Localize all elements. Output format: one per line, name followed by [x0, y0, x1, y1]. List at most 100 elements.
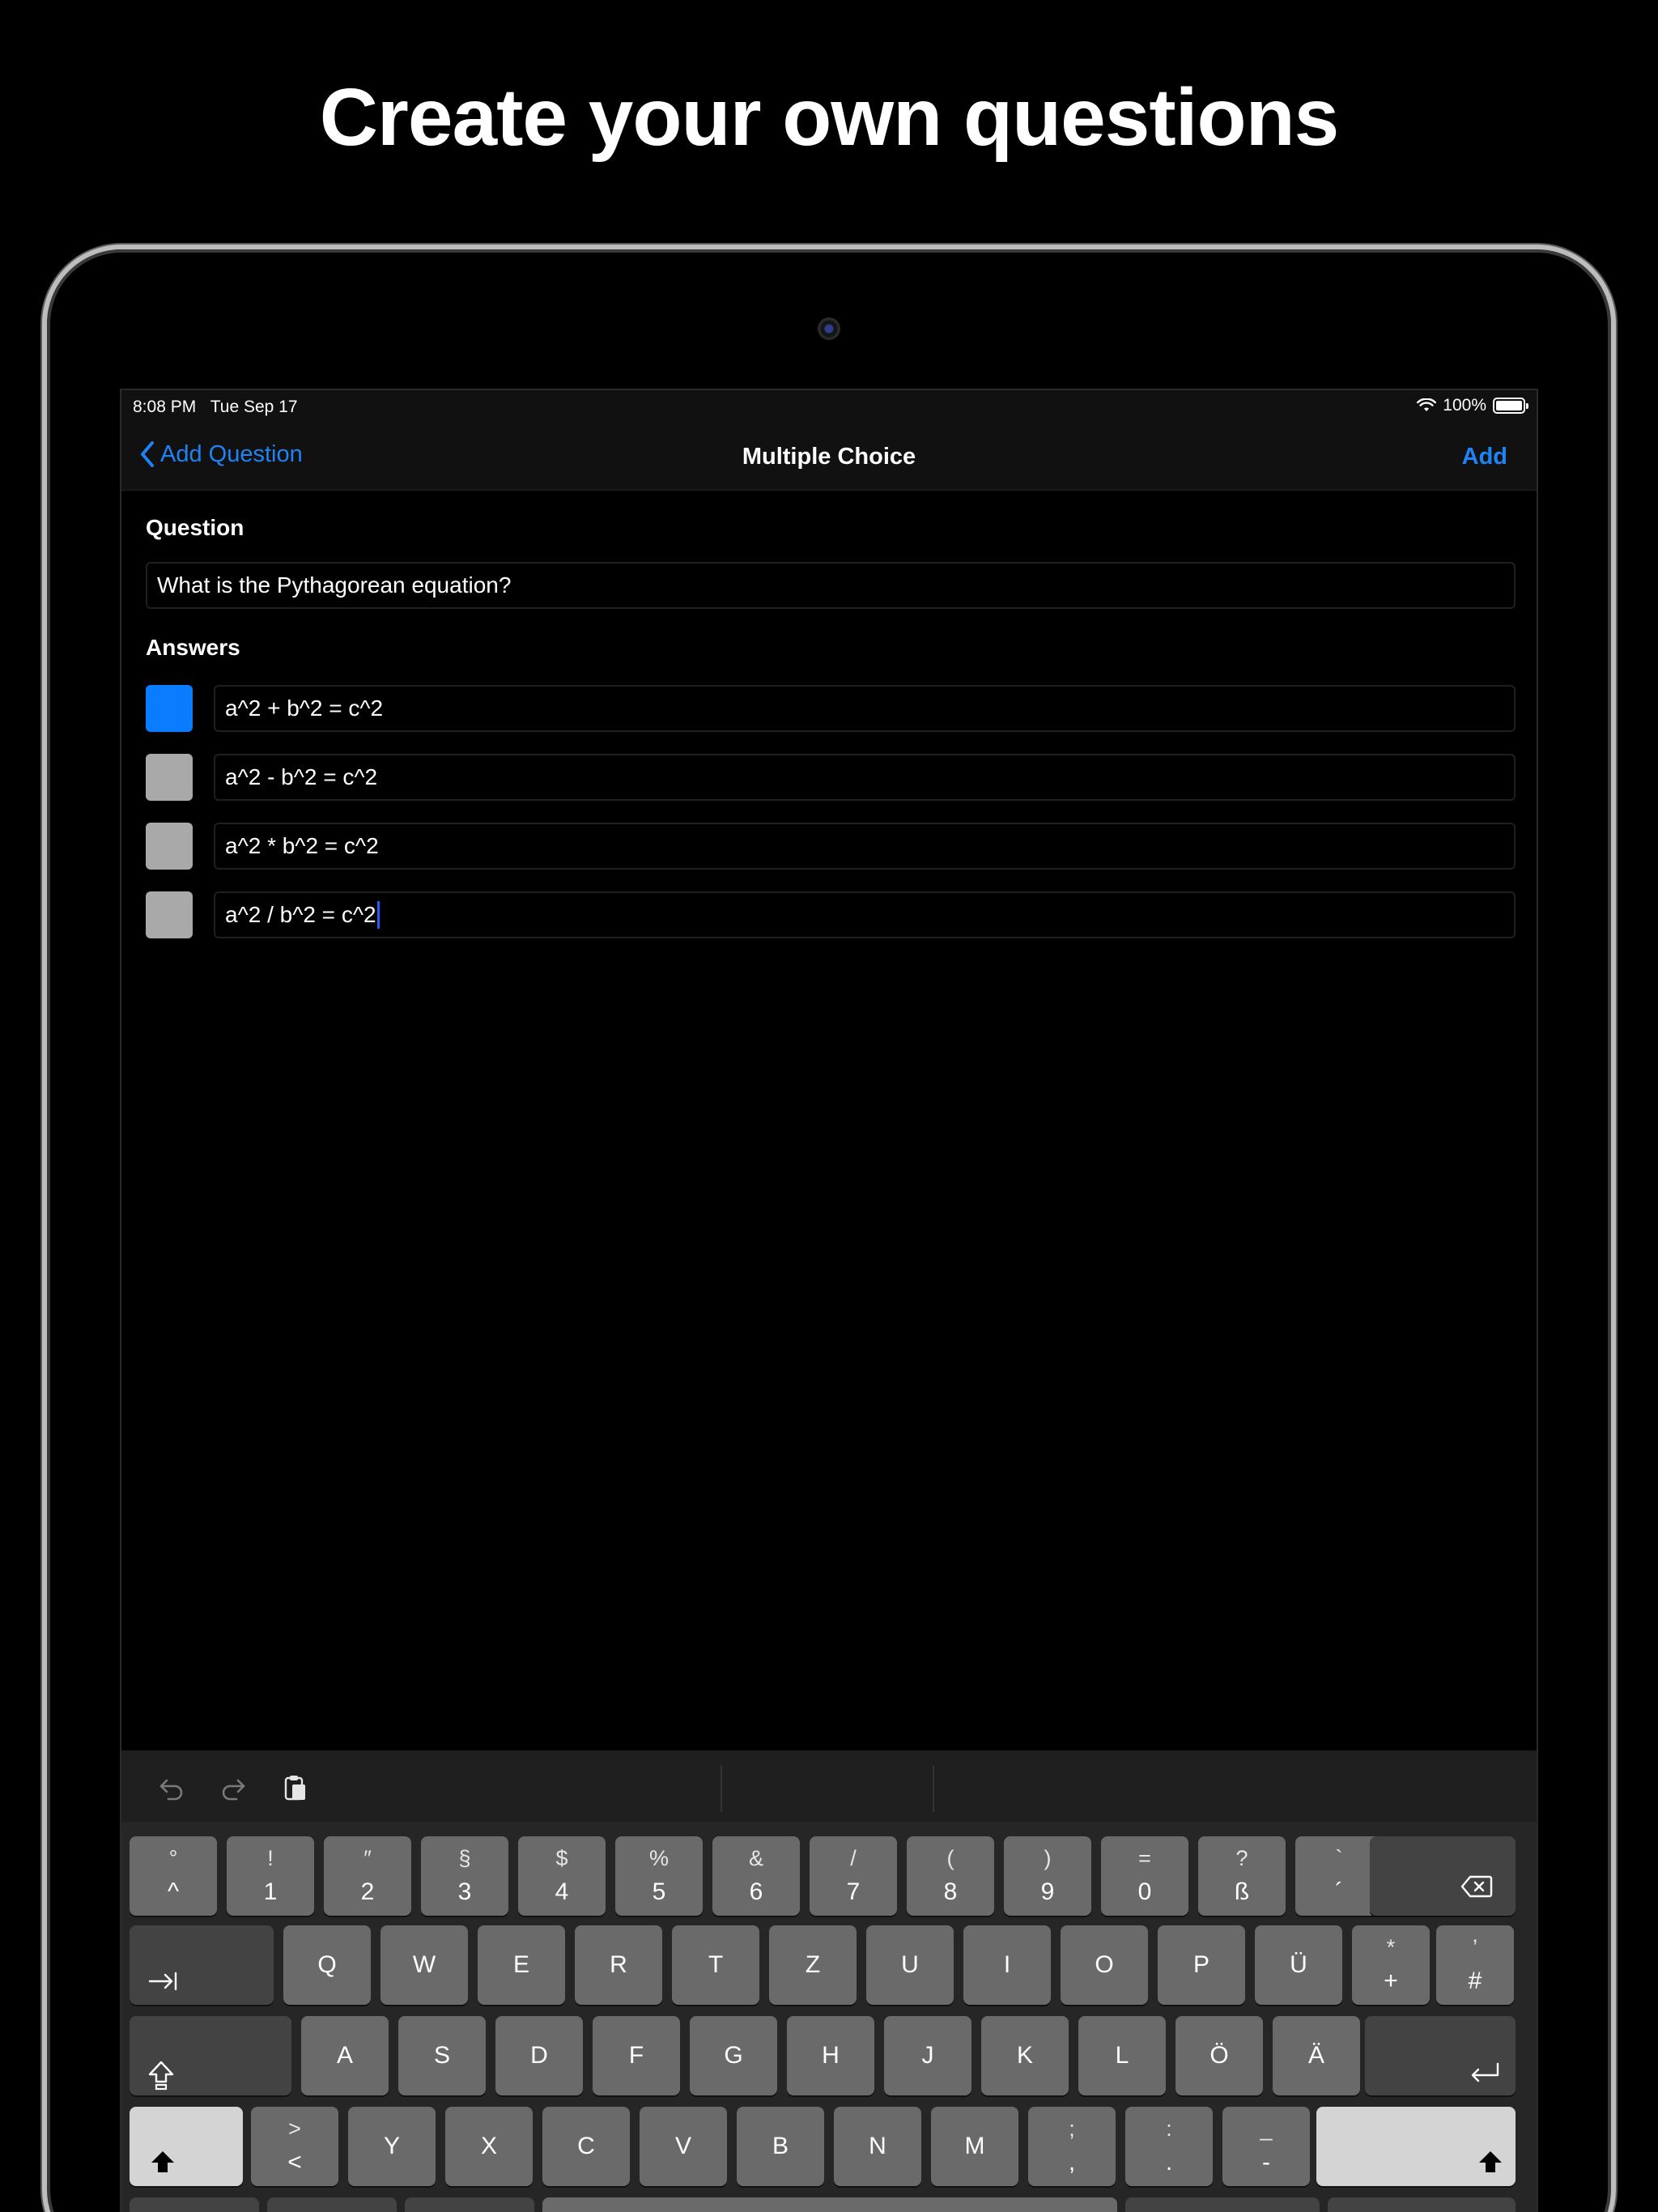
answer-checkbox-2[interactable] — [146, 754, 193, 801]
key-symbol-top-label: ; — [1069, 2116, 1075, 2141]
key-number-12[interactable]: ? ß — [1198, 1836, 1286, 1916]
key-letter[interactable]: N — [834, 2107, 921, 2186]
key-letter[interactable]: V — [640, 2107, 727, 2186]
answer-checkbox-4[interactable] — [146, 891, 193, 938]
back-button[interactable]: Add Question — [139, 440, 303, 468]
key-number-11[interactable]: = 0 — [1101, 1836, 1188, 1916]
key-letter-label: Ö — [1209, 2042, 1229, 2069]
answer-field-2[interactable]: a^2 - b^2 = c^2 — [214, 754, 1516, 801]
key-symbol[interactable]: _ - — [1222, 2107, 1310, 2186]
key-letter[interactable]: Ü — [1255, 1925, 1342, 2005]
key-letter-label: B — [772, 2133, 789, 2159]
shift-icon — [151, 2151, 174, 2172]
undo-icon[interactable] — [157, 1773, 186, 1802]
key-letter[interactable]: E — [478, 1925, 565, 2005]
key-letter[interactable]: Z — [769, 1925, 857, 2005]
key-letter[interactable]: P — [1158, 1925, 1245, 2005]
key-number-2[interactable]: ! 1 — [227, 1836, 314, 1916]
delete-icon — [1460, 1875, 1493, 1898]
toolbar-divider — [933, 1765, 934, 1812]
key-number-5[interactable]: $4 — [518, 1836, 606, 1916]
key-letter[interactable]: K — [981, 2016, 1069, 2095]
delete-key[interactable] — [1370, 1836, 1516, 1916]
redo-icon[interactable] — [219, 1773, 248, 1802]
answer-field-4[interactable]: a^2 / b^2 = c^2 — [214, 891, 1516, 938]
key-number-6[interactable]: % 5 — [615, 1836, 703, 1916]
key-letter-label: N — [869, 2133, 886, 2159]
key-letter[interactable]: A — [301, 2016, 389, 2095]
key-letter-label: Z — [805, 1951, 821, 1978]
key-number-2-top-label: ! — [267, 1846, 274, 1870]
space-key[interactable] — [542, 2197, 1117, 2212]
key-number-3[interactable]: ″ 2 — [324, 1836, 411, 1916]
key-number-7-bottom-label: 6 — [749, 1878, 763, 1905]
key-letter[interactable]: G — [690, 2016, 777, 2095]
key-letter[interactable]: U — [866, 1925, 954, 2005]
caps-lock-icon — [148, 2061, 174, 2091]
shift-key-right[interactable] — [1316, 2107, 1516, 2186]
answer-text-2: a^2 - b^2 = c^2 — [225, 764, 378, 789]
answer-checkbox-1[interactable] — [146, 685, 193, 732]
key-letter[interactable]: Y — [348, 2107, 436, 2186]
return-key[interactable] — [1365, 2016, 1516, 2095]
key-letter[interactable]: R — [575, 1925, 662, 2005]
key-number-8[interactable]: /7 — [810, 1836, 897, 1916]
dictation-key[interactable] — [405, 2197, 534, 2212]
key-letter[interactable]: I — [963, 1925, 1051, 2005]
answer-text-4: a^2 / b^2 = c^2 — [225, 902, 376, 927]
paste-icon[interactable] — [280, 1773, 309, 1802]
key-letter[interactable]: F — [593, 2016, 680, 2095]
key-letter[interactable]: T — [672, 1925, 759, 2005]
answer-field-1[interactable]: a^2 + b^2 = c^2 — [214, 685, 1516, 732]
key-letter[interactable]: O — [1061, 1925, 1148, 2005]
key-symbol-top-label: _ — [1260, 2116, 1273, 2141]
key-letter-label: L — [1115, 2042, 1129, 2069]
key-letter[interactable]: W — [380, 1925, 468, 2005]
globe-key[interactable] — [267, 2197, 397, 2212]
question-input[interactable]: What is the Pythagorean equation? — [146, 562, 1516, 609]
key-letter-label: T — [708, 1951, 724, 1978]
key-symbol[interactable]: * + — [1352, 1925, 1430, 2005]
key-number-4[interactable]: § 3 — [421, 1836, 508, 1916]
key-letter[interactable]: X — [445, 2107, 533, 2186]
key-letter[interactable]: Ä — [1273, 2016, 1360, 2095]
shift-key-left[interactable] — [130, 2107, 243, 2186]
keyboard-mode-key-right[interactable] — [1125, 2197, 1320, 2212]
key-number-12-bottom-label: ß — [1234, 1878, 1250, 1905]
key-letter[interactable]: M — [931, 2107, 1018, 2186]
key-letter-label: P — [1192, 1951, 1209, 1978]
answer-checkbox-3[interactable] — [146, 823, 193, 870]
key-number-8-top-label: / — [850, 1846, 857, 1870]
return-icon — [1471, 2062, 1499, 2082]
dismiss-keyboard-key[interactable] — [1328, 2197, 1516, 2212]
key-letter[interactable]: C — [542, 2107, 630, 2186]
key-letter[interactable]: J — [884, 2016, 971, 2095]
key-symbol[interactable]: ;, — [1028, 2107, 1116, 2186]
key-number-9[interactable]: (8 — [907, 1836, 994, 1916]
key-symbol[interactable]: ’ # — [1436, 1925, 1514, 2005]
key-letter[interactable]: S — [398, 2016, 486, 2095]
key-letter[interactable]: Ö — [1175, 2016, 1263, 2095]
key-letter[interactable]: H — [787, 2016, 874, 2095]
camera-icon — [818, 317, 840, 340]
add-button[interactable]: Add — [1462, 444, 1507, 470]
tab-key[interactable] — [130, 1925, 274, 2005]
key-number-10[interactable]: ) 9 — [1004, 1836, 1091, 1916]
key-number-11-top-label: = — [1138, 1846, 1151, 1870]
key-letter[interactable]: L — [1078, 2016, 1166, 2095]
key-number-5-top-label: $ — [555, 1846, 568, 1870]
nav-title: Multiple Choice — [742, 444, 916, 470]
key-letter[interactable]: B — [737, 2107, 824, 2186]
key-number-1[interactable]: ° ^ — [130, 1836, 217, 1916]
key-number-8-bottom-label: 7 — [846, 1878, 861, 1905]
answer-field-3[interactable]: a^2 * b^2 = c^2 — [214, 823, 1516, 870]
key-number-7[interactable]: & 6 — [712, 1836, 800, 1916]
key-angle-brackets[interactable]: > < — [251, 2107, 338, 2186]
keyboard-toolbar — [121, 1750, 1537, 1822]
key-letter-label: S — [433, 2042, 450, 2069]
key-letter[interactable]: D — [495, 2016, 583, 2095]
keyboard-mode-key[interactable] — [130, 2197, 259, 2212]
caps-lock-key[interactable] — [130, 2016, 291, 2095]
key-letter[interactable]: Q — [283, 1925, 371, 2005]
key-symbol[interactable]: :. — [1125, 2107, 1213, 2186]
